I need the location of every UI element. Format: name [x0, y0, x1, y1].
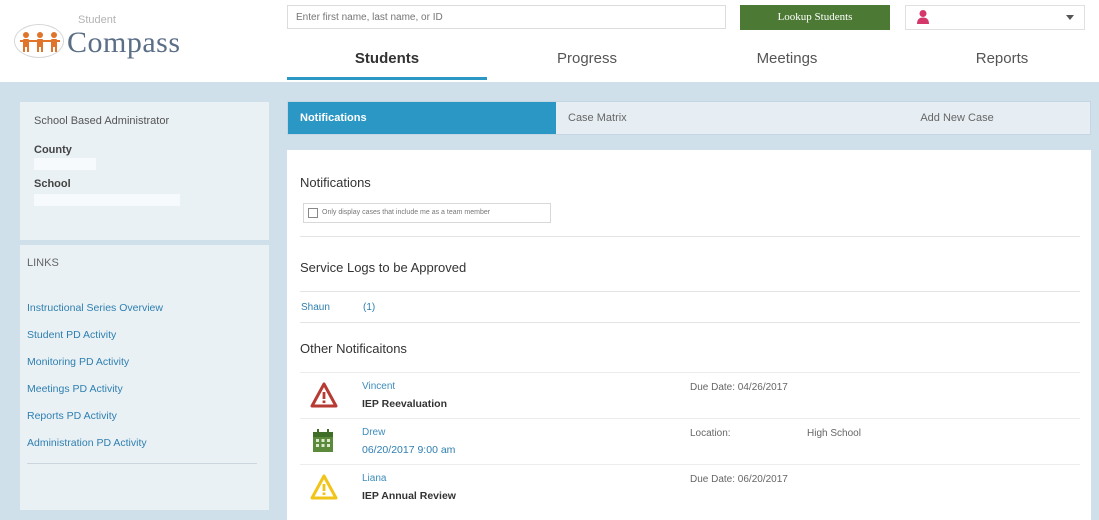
- notification-student-link[interactable]: Liana: [362, 473, 386, 484]
- divider: [300, 236, 1080, 237]
- notifications-panel: Notifications Only display cases that in…: [287, 150, 1091, 520]
- county-label: County: [34, 144, 72, 156]
- logo-text: Compass: [67, 26, 181, 59]
- header: Student Compass Lookup Students Students…: [0, 0, 1099, 82]
- tab-progress[interactable]: Progress: [487, 38, 687, 80]
- user-menu-select[interactable]: [905, 5, 1085, 30]
- calendar-icon: [310, 428, 336, 459]
- notification-row: Vincent IEP Reevaluation Due Date: 04/26…: [300, 372, 1080, 418]
- sidebar-links: LINKS Instructional Series Overview Stud…: [20, 245, 269, 510]
- people-icon: [14, 24, 64, 58]
- link-meetings-pd-activity[interactable]: Meetings PD Activity: [27, 376, 257, 403]
- link-reports-pd-activity[interactable]: Reports PD Activity: [27, 403, 257, 430]
- tab-students[interactable]: Students: [287, 38, 487, 80]
- subtab-notifications[interactable]: Notifications: [288, 102, 556, 134]
- notification-location-label: Location:: [690, 428, 731, 439]
- notification-location-value: High School: [807, 428, 861, 439]
- user-icon: [916, 9, 930, 30]
- chevron-down-icon: [1066, 15, 1074, 20]
- divider: [300, 291, 1080, 292]
- notification-student-link[interactable]: Drew: [362, 427, 385, 438]
- link-student-pd-activity[interactable]: Student PD Activity: [27, 322, 257, 349]
- link-monitoring-pd-activity[interactable]: Monitoring PD Activity: [27, 349, 257, 376]
- student-subtabs: Notifications Case Matrix Add New Case: [287, 101, 1091, 135]
- team-member-filter[interactable]: Only display cases that include me as a …: [303, 203, 551, 223]
- county-value: [34, 158, 96, 170]
- warning-red-icon: [310, 382, 338, 413]
- student-search-input[interactable]: [287, 5, 726, 29]
- divider: [300, 322, 1080, 323]
- notification-row: Drew 06/20/2017 9:00 am Location: High S…: [300, 418, 1080, 464]
- service-log-count[interactable]: (1): [363, 302, 375, 313]
- notification-row: Liana IEP Annual Review Due Date: 06/20/…: [300, 464, 1080, 510]
- logo-small-text: Student: [78, 14, 116, 26]
- link-instructional-series-overview[interactable]: Instructional Series Overview: [27, 295, 257, 322]
- notification-description: IEP Reevaluation: [362, 398, 448, 410]
- link-administration-pd-activity[interactable]: Administration PD Activity: [27, 430, 257, 457]
- team-member-checkbox-label: Only display cases that include me as a …: [322, 209, 491, 216]
- notification-due-date: Due Date: 04/26/2017: [690, 382, 788, 393]
- subtab-add-new-case[interactable]: Add New Case: [824, 102, 1090, 134]
- tab-meetings[interactable]: Meetings: [687, 38, 887, 80]
- page-title: Notifications: [300, 175, 371, 190]
- school-value: [34, 194, 180, 206]
- links-list: Instructional Series Overview Student PD…: [27, 295, 257, 464]
- user-role: School Based Administrator: [34, 115, 170, 127]
- service-logs-heading: Service Logs to be Approved: [300, 260, 467, 275]
- lookup-students-button[interactable]: Lookup Students: [740, 5, 890, 30]
- school-label: School: [34, 178, 71, 190]
- meeting-datetime-link[interactable]: 06/20/2017 9:00 am: [362, 444, 455, 456]
- sidebar-user-info: School Based Administrator County School: [20, 102, 269, 240]
- subtab-case-matrix[interactable]: Case Matrix: [556, 102, 824, 134]
- tab-reports[interactable]: Reports: [907, 38, 1097, 80]
- warning-yellow-icon: [310, 474, 338, 505]
- other-notifications-heading: Other Notificaitons: [300, 341, 407, 356]
- notification-due-date: Due Date: 06/20/2017: [690, 474, 788, 485]
- student-compass-logo[interactable]: Student Compass: [14, 10, 184, 72]
- team-member-checkbox[interactable]: [308, 208, 318, 218]
- service-log-student-link[interactable]: Shaun: [301, 302, 330, 313]
- main-nav: Students Progress Meetings Reports: [287, 38, 1099, 80]
- links-heading: LINKS: [27, 257, 59, 269]
- notification-description: IEP Annual Review: [362, 490, 456, 502]
- notification-student-link[interactable]: Vincent: [362, 381, 395, 392]
